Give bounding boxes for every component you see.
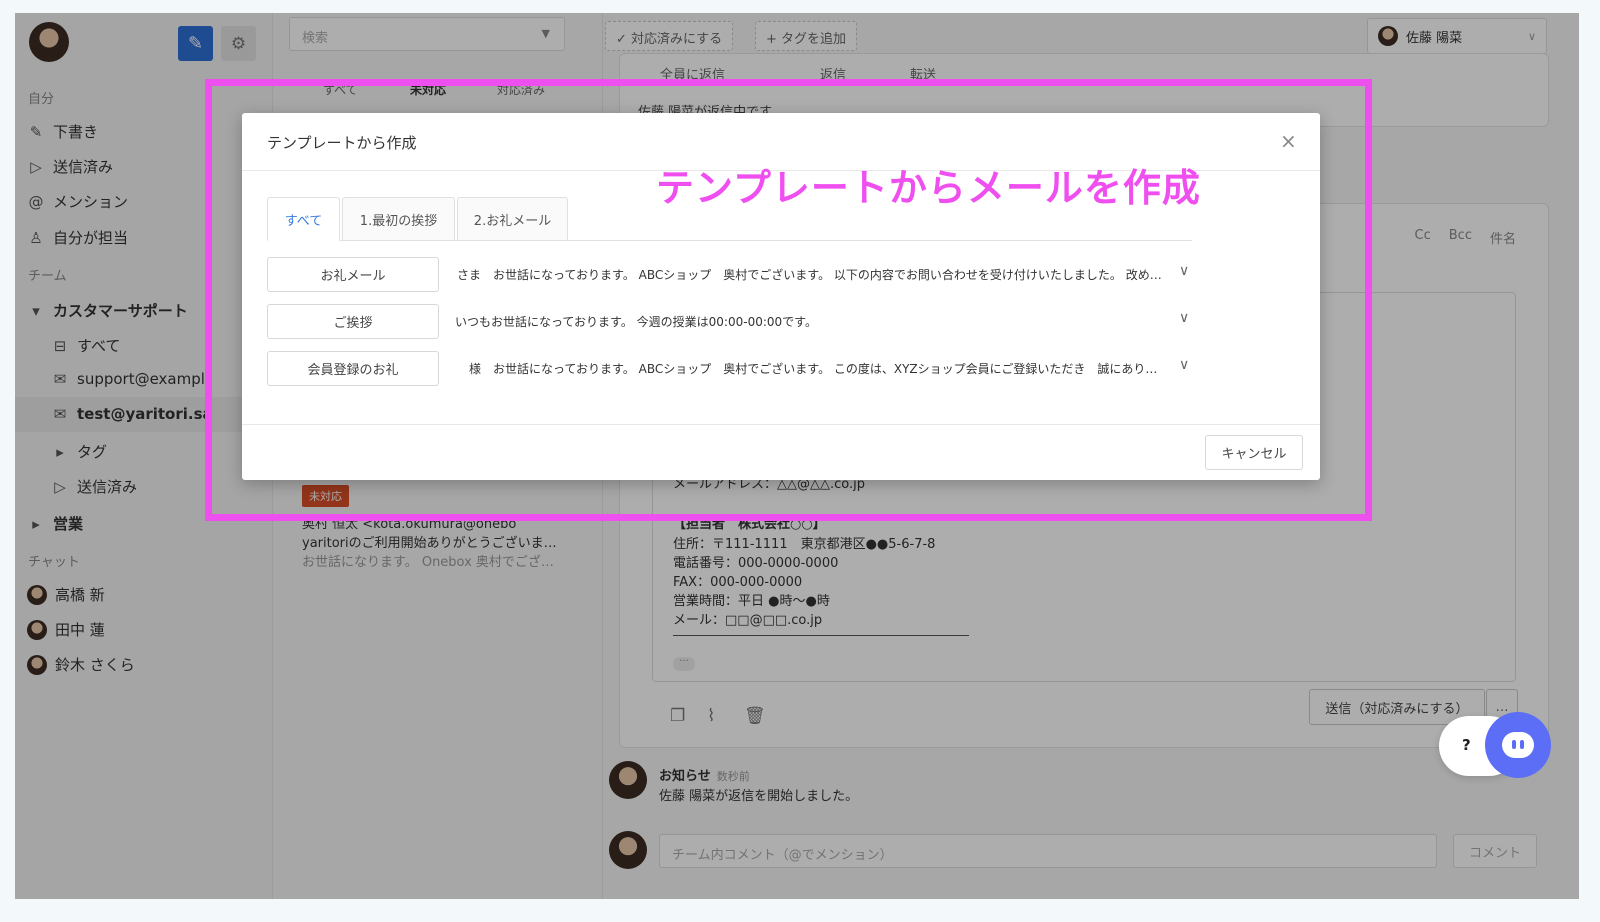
chat-bubble-icon (1502, 732, 1534, 758)
annotation-highlight-frame (205, 79, 1372, 521)
chat-support-button[interactable] (1485, 712, 1551, 778)
help-question-button[interactable]: ? (1462, 736, 1471, 754)
